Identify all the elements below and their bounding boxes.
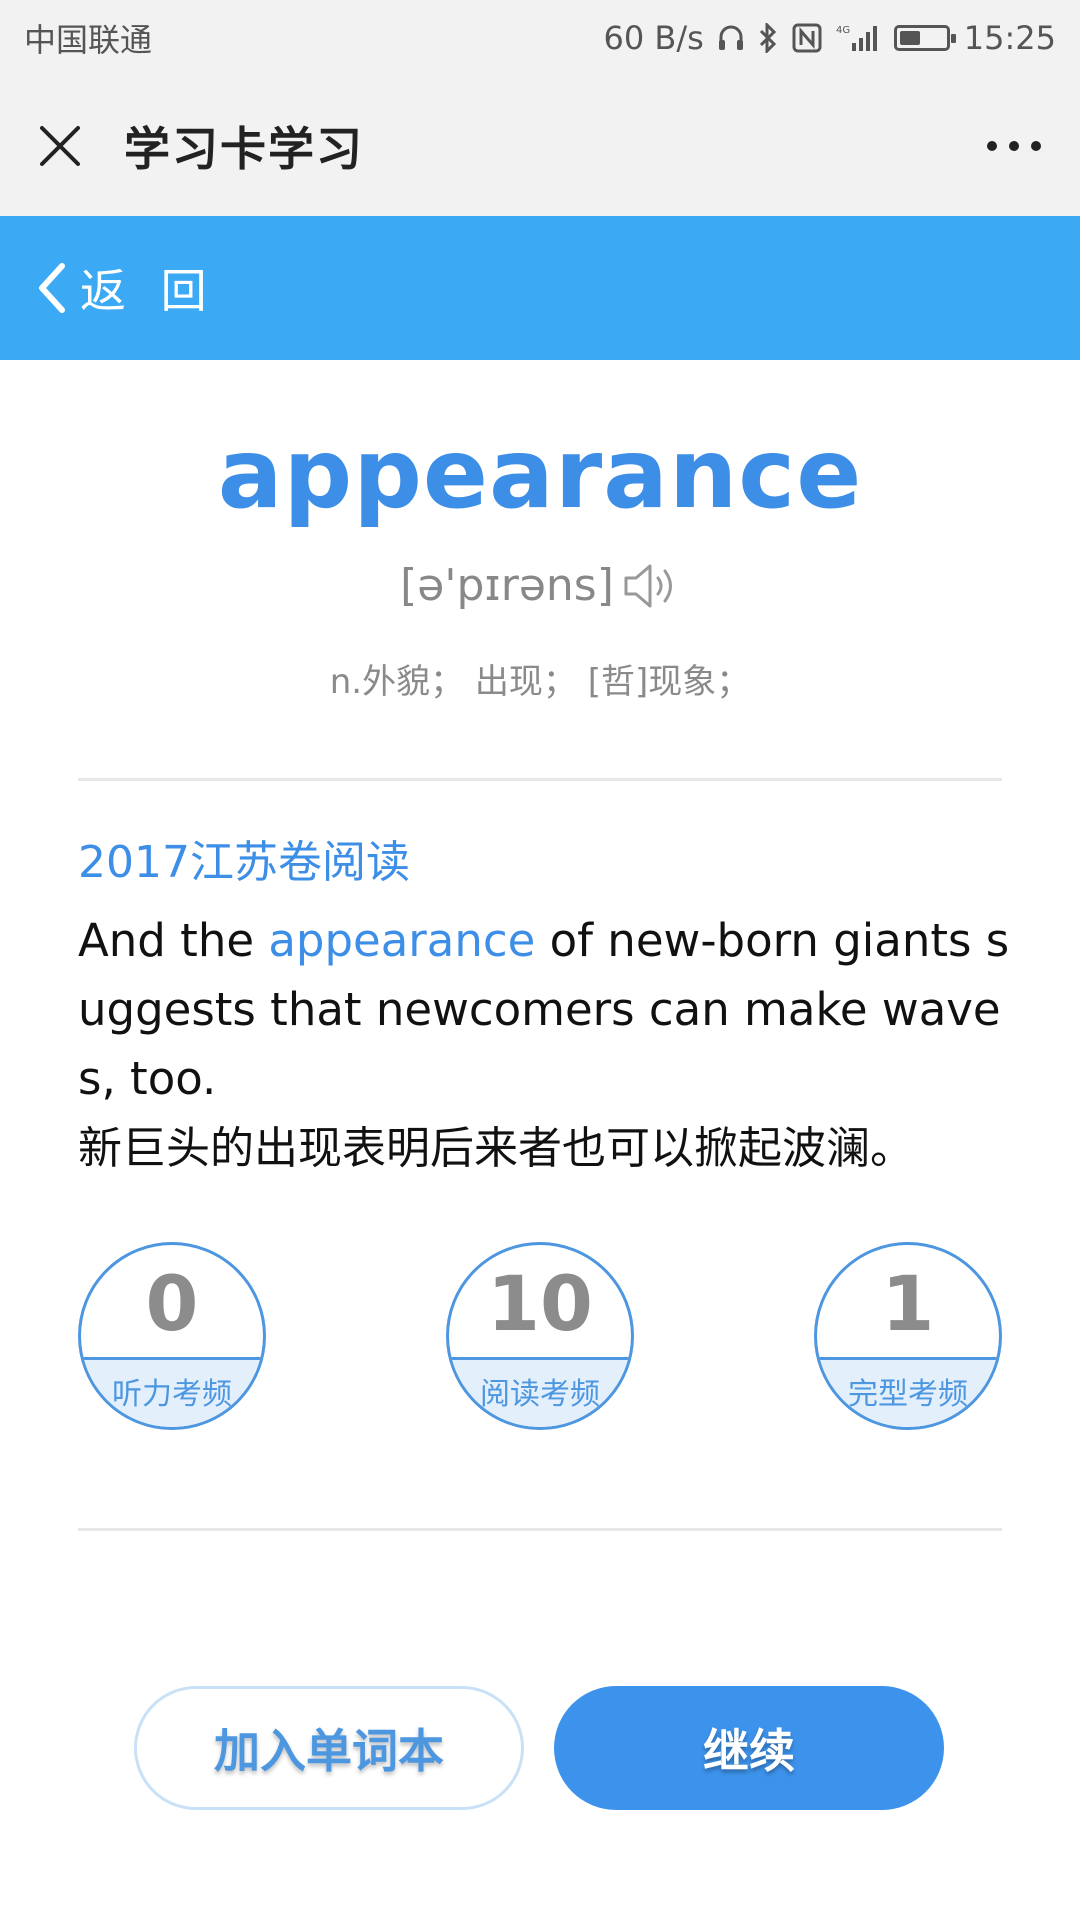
back-label: 返 回	[80, 264, 217, 318]
status-indicators: 60 B/s 4G 15:25	[603, 19, 1056, 57]
example-translation: 新巨头的出现表明后来者也可以掀起波澜。	[78, 1123, 914, 1174]
signal-icon: 4G	[836, 23, 880, 53]
page-title: 学习卡学习	[124, 122, 364, 176]
speaker-icon	[624, 564, 672, 607]
divider-bottom	[78, 1528, 1002, 1531]
nfc-icon	[792, 23, 822, 53]
stat-reading: 10 阅读考频	[446, 1242, 634, 1430]
network-speed: 60 B/s	[603, 19, 704, 57]
stat-value: 10	[487, 1259, 593, 1348]
word-definition: n.外貌； 出现； [哲]现象；	[329, 662, 751, 702]
stat-value: 0	[145, 1259, 199, 1348]
stat-label: 听力考频	[112, 1377, 232, 1412]
status-bar: 中国联通 60 B/s 4G 15:25	[0, 0, 1080, 76]
phonetic: [ə'pɪrəns]	[400, 560, 614, 611]
battery-level	[899, 31, 920, 45]
stat-label: 完型考频	[848, 1377, 968, 1412]
add-to-wordbook-button[interactable]: 加入单词本	[134, 1686, 524, 1810]
more-icon	[987, 141, 1041, 151]
vocab-word: appearance	[217, 418, 863, 530]
title-bar: 学习卡学习	[0, 76, 1080, 216]
carrier-name: 中国联通	[24, 21, 153, 59]
headphones-icon	[718, 24, 744, 52]
sentence-highlight: appearance	[268, 914, 536, 967]
phonetic-row: [ə'pɪrəns]	[0, 560, 1080, 611]
battery-icon	[893, 25, 956, 51]
stat-cloze: 1 完型考频	[814, 1242, 1002, 1430]
clock: 15:25	[963, 19, 1056, 57]
back-button[interactable]: 返 回	[0, 216, 1080, 360]
close-button[interactable]	[36, 122, 84, 170]
speaker-button[interactable]	[622, 562, 680, 610]
chevron-left-icon	[39, 263, 65, 313]
close-icon	[40, 126, 80, 166]
divider-top	[78, 778, 1002, 781]
example-source: 2017江苏卷阅读	[78, 837, 410, 888]
continue-button[interactable]: 继续	[554, 1686, 944, 1810]
example-sentence: And the appearance of new-born giants su…	[78, 906, 1012, 1113]
stat-label: 阅读考频	[480, 1377, 600, 1412]
stat-listening: 0 听力考频	[78, 1242, 266, 1430]
bluetooth-icon	[758, 23, 778, 53]
network-type: 4G	[836, 25, 850, 36]
stat-value: 1	[881, 1259, 935, 1348]
more-button[interactable]	[984, 122, 1044, 170]
sentence-before: And the	[78, 914, 269, 967]
